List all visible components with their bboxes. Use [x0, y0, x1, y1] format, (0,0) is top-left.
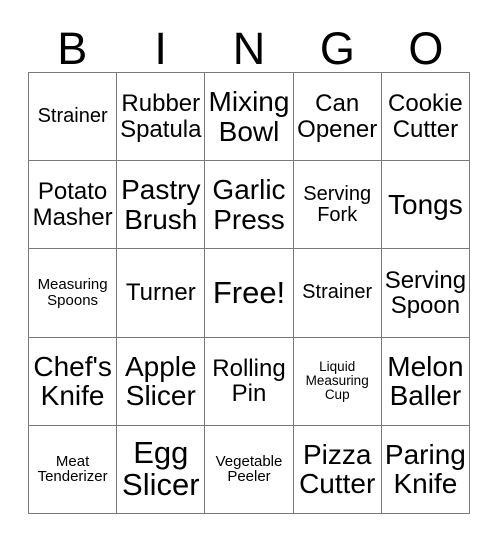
bingo-cell-label: Pastry Brush	[121, 174, 201, 235]
bingo-cell[interactable]: Garlic Press	[205, 161, 294, 250]
bingo-cell-label: Liquid Measuring Cup	[305, 358, 369, 403]
bingo-cell-label: Pizza Cutter	[299, 438, 376, 500]
bingo-cell-label: Strainer	[37, 105, 108, 127]
bingo-header-letter-n: N	[232, 23, 266, 74]
bingo-cell[interactable]: Serving Fork	[293, 161, 382, 250]
bingo-header-letter-i: I	[154, 23, 167, 74]
bingo-cell[interactable]: Turner	[117, 249, 206, 338]
bingo-cell[interactable]: Meat Tenderizer	[29, 425, 118, 514]
bingo-cell[interactable]: Melon Baller	[381, 337, 470, 426]
bingo-cell-label: Rolling Pin	[212, 354, 286, 408]
bingo-cell-free[interactable]: Free!	[205, 249, 294, 338]
bingo-cell[interactable]: Apple Slicer	[117, 337, 206, 426]
bingo-cell[interactable]: Egg Slicer	[117, 425, 206, 514]
bingo-cell-label: Vegetable Peeler	[215, 452, 283, 486]
bingo-cell-label: Mixing Bowl	[208, 85, 290, 147]
bingo-cell[interactable]: Paring Knife	[381, 425, 470, 514]
bingo-cell[interactable]: Strainer	[293, 249, 382, 338]
bingo-cell[interactable]: Can Opener	[293, 73, 382, 162]
bingo-header-letter-o: O	[408, 23, 444, 74]
bingo-cell-label: Free!	[212, 274, 286, 310]
bingo-cell[interactable]: Pizza Cutter	[293, 425, 382, 514]
bingo-cell[interactable]: Serving Spoon	[381, 249, 470, 338]
bingo-cell-label: Turner	[125, 279, 196, 307]
bingo-cell-label: Apple Slicer	[124, 350, 197, 412]
bingo-header-letter-b: B	[57, 23, 88, 74]
bingo-grid: Strainer Rubber Spatula Mixing Bowl Can Ope…	[28, 72, 470, 514]
bingo-cell[interactable]: Strainer	[29, 73, 118, 162]
bingo-cell-label: Cookie Cutter	[388, 90, 463, 143]
bingo-cell-label: Strainer	[302, 281, 373, 304]
bingo-cell-label: Meat Tenderizer	[37, 452, 108, 486]
bingo-cell[interactable]: Measuring Spoons	[29, 249, 118, 338]
bingo-header-row: BINGO	[28, 16, 470, 72]
bingo-cell[interactable]: Potato Masher	[29, 161, 118, 250]
bingo-cell-label: Paring Knife	[384, 438, 466, 500]
bingo-cell[interactable]: Mixing Bowl	[205, 73, 294, 162]
bingo-cell-label: Tongs	[388, 188, 463, 220]
bingo-cell-label: Rubber Spatula	[120, 90, 202, 143]
bingo-cell[interactable]: Chef's Knife	[29, 337, 118, 426]
bingo-card: BINGO Strainer Rubber Spatula Mixing Bowl C…	[0, 0, 500, 544]
bingo-cell-label: Potato Masher	[32, 178, 113, 231]
bingo-cell[interactable]: Tongs	[381, 161, 470, 250]
bingo-header-letter-g: G	[319, 23, 355, 74]
bingo-cell[interactable]: Rolling Pin	[205, 337, 294, 426]
bingo-cell-label: Egg Slicer	[122, 434, 200, 503]
bingo-cell[interactable]: Liquid Measuring Cup	[293, 337, 382, 426]
bingo-cell[interactable]: Rubber Spatula	[117, 73, 206, 162]
bingo-cell-label: Measuring Spoons	[37, 276, 108, 309]
bingo-cell-label: Melon Baller	[387, 350, 464, 412]
bingo-cell-label: Garlic Press	[212, 174, 286, 235]
bingo-cell[interactable]: Pastry Brush	[117, 161, 206, 250]
bingo-cell-label: Serving Spoon	[384, 266, 467, 319]
bingo-cell[interactable]: Cookie Cutter	[381, 73, 470, 162]
bingo-cell-label: Can Opener	[297, 90, 378, 143]
bingo-cell-label: Serving Fork	[303, 182, 372, 226]
bingo-cell[interactable]: Vegetable Peeler	[205, 425, 294, 514]
bingo-cell-label: Chef's Knife	[33, 350, 112, 412]
